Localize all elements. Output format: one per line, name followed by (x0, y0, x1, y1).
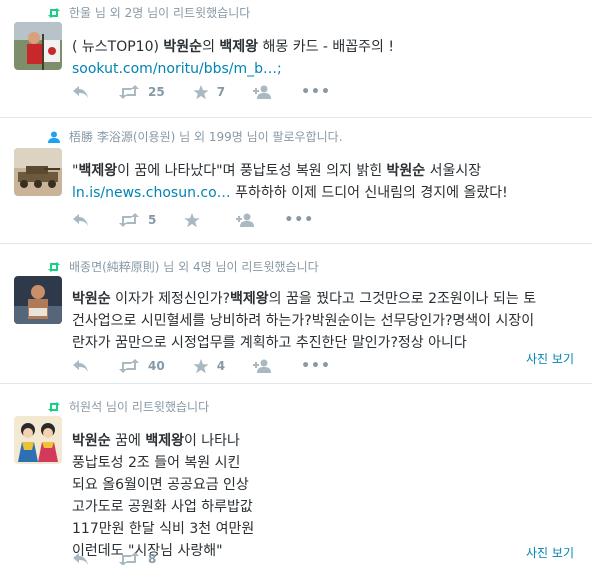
tweet-line: 117만원 한달 식비 3천 여만원 (72, 521, 255, 537)
reply-button[interactable] (72, 85, 90, 99)
tweet-card[interactable]: 배종면(純粹原則) 님 외 4명 님이 리트윗했습니다 박원순 이자가 제정신인… (0, 244, 592, 384)
context-text: 허원석 님이 리트윗했습니다 (69, 400, 210, 414)
reply-icon (73, 360, 88, 372)
tweet-text: 박원순 이자가 제정신인가?백제왕의 꿈을 꿨다고 그것만으로 2조원이나 되는… (72, 288, 582, 354)
context-text: 배종면(純粹原則) 님 외 4명 님이 리트윗했습니다 (69, 260, 319, 274)
retweet-button[interactable]: 8 (118, 552, 156, 565)
tweet-actions: 8 (72, 552, 184, 565)
view-photo-link[interactable]: 사진 보기 (526, 350, 574, 367)
favorite-count: 7 (216, 85, 226, 99)
text-segment: 의 (202, 39, 220, 55)
retweet-icon (119, 85, 139, 99)
star-icon (193, 84, 209, 99)
tweet-line: 란자가 꿈만으로 시정업무를 계획하고 추진한단 말인가?정상 아니다 (72, 335, 467, 351)
bold-keyword: 박원순 (386, 163, 426, 179)
add-user-icon (236, 213, 255, 227)
favorite-button[interactable]: 7 (193, 84, 226, 100)
text-segment: 이 나타나 (183, 433, 240, 449)
follow-button[interactable] (236, 213, 256, 227)
tweet-context: 한울 님 외 2명 님이 리트윗했습니다 (47, 4, 250, 21)
tweet-text: 박원순 꿈에 백제왕이 나타나 풍납토성 2조 들어 복원 시킨 되요 올6월이… (72, 430, 582, 562)
retweet-button[interactable]: 40 (118, 359, 165, 373)
tweet-link[interactable]: sookut.com/noritu/bbs/m_b…; (72, 61, 282, 77)
reply-icon (73, 553, 88, 565)
retweet-icon (119, 359, 139, 373)
retweet-count: 8 (148, 552, 157, 565)
tweet-line: 풍납토성 2조 들어 복원 시킨 (72, 455, 241, 471)
star-icon (184, 212, 200, 227)
tweet-card[interactable]: 허원석 님이 리트윗했습니다 박원순 꿈에 백제왕이 나타나 풍납토성 2조 들… (0, 384, 592, 565)
tweet-actions: 25 7 ••• (72, 84, 359, 100)
tweet-actions: 40 4 ••• (72, 358, 359, 374)
tweet-card[interactable]: 한울 님 외 2명 님이 리트윗했습니다 ( 뉴스TOP10) 박원순의 백제왕… (0, 0, 592, 118)
bold-keyword: 박원순 (163, 39, 203, 55)
favorite-button[interactable] (184, 212, 208, 228)
star-icon (193, 358, 209, 373)
retweet-icon (48, 401, 60, 412)
text-segment: 해몽 카드 - 배꼽주의 ! (258, 39, 395, 55)
bold-keyword: 박원순 (72, 433, 111, 449)
reply-icon (73, 86, 88, 98)
tweet-line: 고가도로 공원화 사업 하루밥값 (72, 499, 253, 515)
bold-keyword: 백제왕 (145, 433, 184, 449)
bold-keyword: 백제왕 (78, 163, 118, 179)
add-user-icon (253, 85, 272, 99)
retweet-count: 25 (148, 85, 165, 99)
tweet-line: 박원순 이자가 제정신인가?백제왕의 꿈을 꿨다고 그것만으로 2조원이나 되는… (72, 288, 582, 310)
text-segment: 푸하하하 이제 드디어 신내림의 경지에 올랐다! (230, 185, 508, 201)
follow-button[interactable] (253, 85, 273, 99)
tweet-actions: 5 ••• (72, 212, 342, 228)
retweet-icon (48, 7, 60, 18)
avatar[interactable] (14, 22, 62, 70)
reply-button[interactable] (72, 213, 90, 227)
favorite-count: 4 (216, 359, 226, 373)
more-options-icon[interactable]: ••• (284, 212, 314, 228)
text-segment: 서울시장 (425, 163, 482, 179)
timeline: 한울 님 외 2명 님이 리트윗했습니다 ( 뉴스TOP10) 박원순의 백제왕… (0, 0, 592, 565)
tweet-text: ( 뉴스TOP10) 박원순의 백제왕 해몽 카드 - 배꼽주의 ! sooku… (72, 36, 582, 80)
more-options-icon[interactable]: ••• (301, 358, 331, 374)
retweet-icon (119, 213, 139, 227)
retweet-count: 40 (148, 359, 165, 373)
retweet-icon (48, 261, 60, 272)
tweet-line: ( 뉴스TOP10) 박원순의 백제왕 해몽 카드 - 배꼽주의 ! (72, 36, 582, 58)
retweet-button[interactable]: 25 (118, 85, 165, 99)
text-segment: ( 뉴스TOP10) (72, 39, 164, 55)
text-segment: 이 꿈에 나타났다"며 풍납토성 복원 의지 밝힌 (117, 163, 387, 179)
reply-button[interactable] (72, 359, 90, 373)
tweet-text: "백제왕이 꿈에 나타났다"며 풍납토성 복원 의지 밝힌 박원순 서울시장 l… (72, 160, 582, 204)
avatar[interactable] (14, 148, 62, 196)
text-segment: 의 꿈을 꿨다고 그것만으로 2조원이나 되는 토 (268, 291, 537, 307)
tweet-card[interactable]: 梧勝 李浴源(이용원) 님 외 199명 님이 팔로우합니다. "백제왕이 꿈에… (0, 118, 592, 244)
retweet-icon (119, 552, 139, 565)
more-options-icon[interactable]: ••• (301, 84, 331, 100)
tweet-context: 허원석 님이 리트윗했습니다 (47, 398, 209, 415)
follow-user-icon (48, 131, 60, 143)
reply-icon (73, 214, 88, 226)
tweet-line: 건사업으로 시민혈세를 낭비하려 하는가?박원순이는 선무당인가?명색이 시장이 (72, 313, 535, 329)
bold-keyword: 박원순 (72, 291, 111, 307)
bold-keyword: 백제왕 (219, 39, 259, 55)
add-user-icon (253, 359, 272, 373)
tweet-context: 梧勝 李浴源(이용원) 님 외 199명 님이 팔로우합니다. (47, 128, 343, 145)
favorite-button[interactable]: 4 (193, 358, 226, 374)
tweet-line: 박원순 꿈에 백제왕이 나타나 (72, 430, 582, 452)
follow-button[interactable] (253, 359, 273, 373)
text-segment: 꿈에 (110, 433, 146, 449)
context-text: 梧勝 李浴源(이용원) 님 외 199명 님이 팔로우합니다. (69, 130, 343, 144)
reply-button[interactable] (72, 552, 90, 565)
retweet-button[interactable]: 5 (118, 213, 156, 227)
tweet-line: 되요 올6월이면 공공요금 인상 (72, 477, 249, 493)
tweet-link[interactable]: ln.is/news.chosun.co… (72, 185, 231, 201)
retweet-count: 5 (148, 213, 157, 227)
tweet-context: 배종면(純粹原則) 님 외 4명 님이 리트윗했습니다 (47, 258, 319, 275)
text-segment: 이자가 제정신인가? (110, 291, 231, 307)
tweet-line: "백제왕이 꿈에 나타났다"며 풍납토성 복원 의지 밝힌 박원순 서울시장 (72, 160, 582, 182)
avatar[interactable] (14, 276, 62, 324)
avatar[interactable] (14, 416, 62, 464)
bold-keyword: 백제왕 (230, 291, 269, 307)
context-text: 한울 님 외 2명 님이 리트윗했습니다 (69, 6, 251, 20)
view-photo-link[interactable]: 사진 보기 (526, 544, 574, 561)
